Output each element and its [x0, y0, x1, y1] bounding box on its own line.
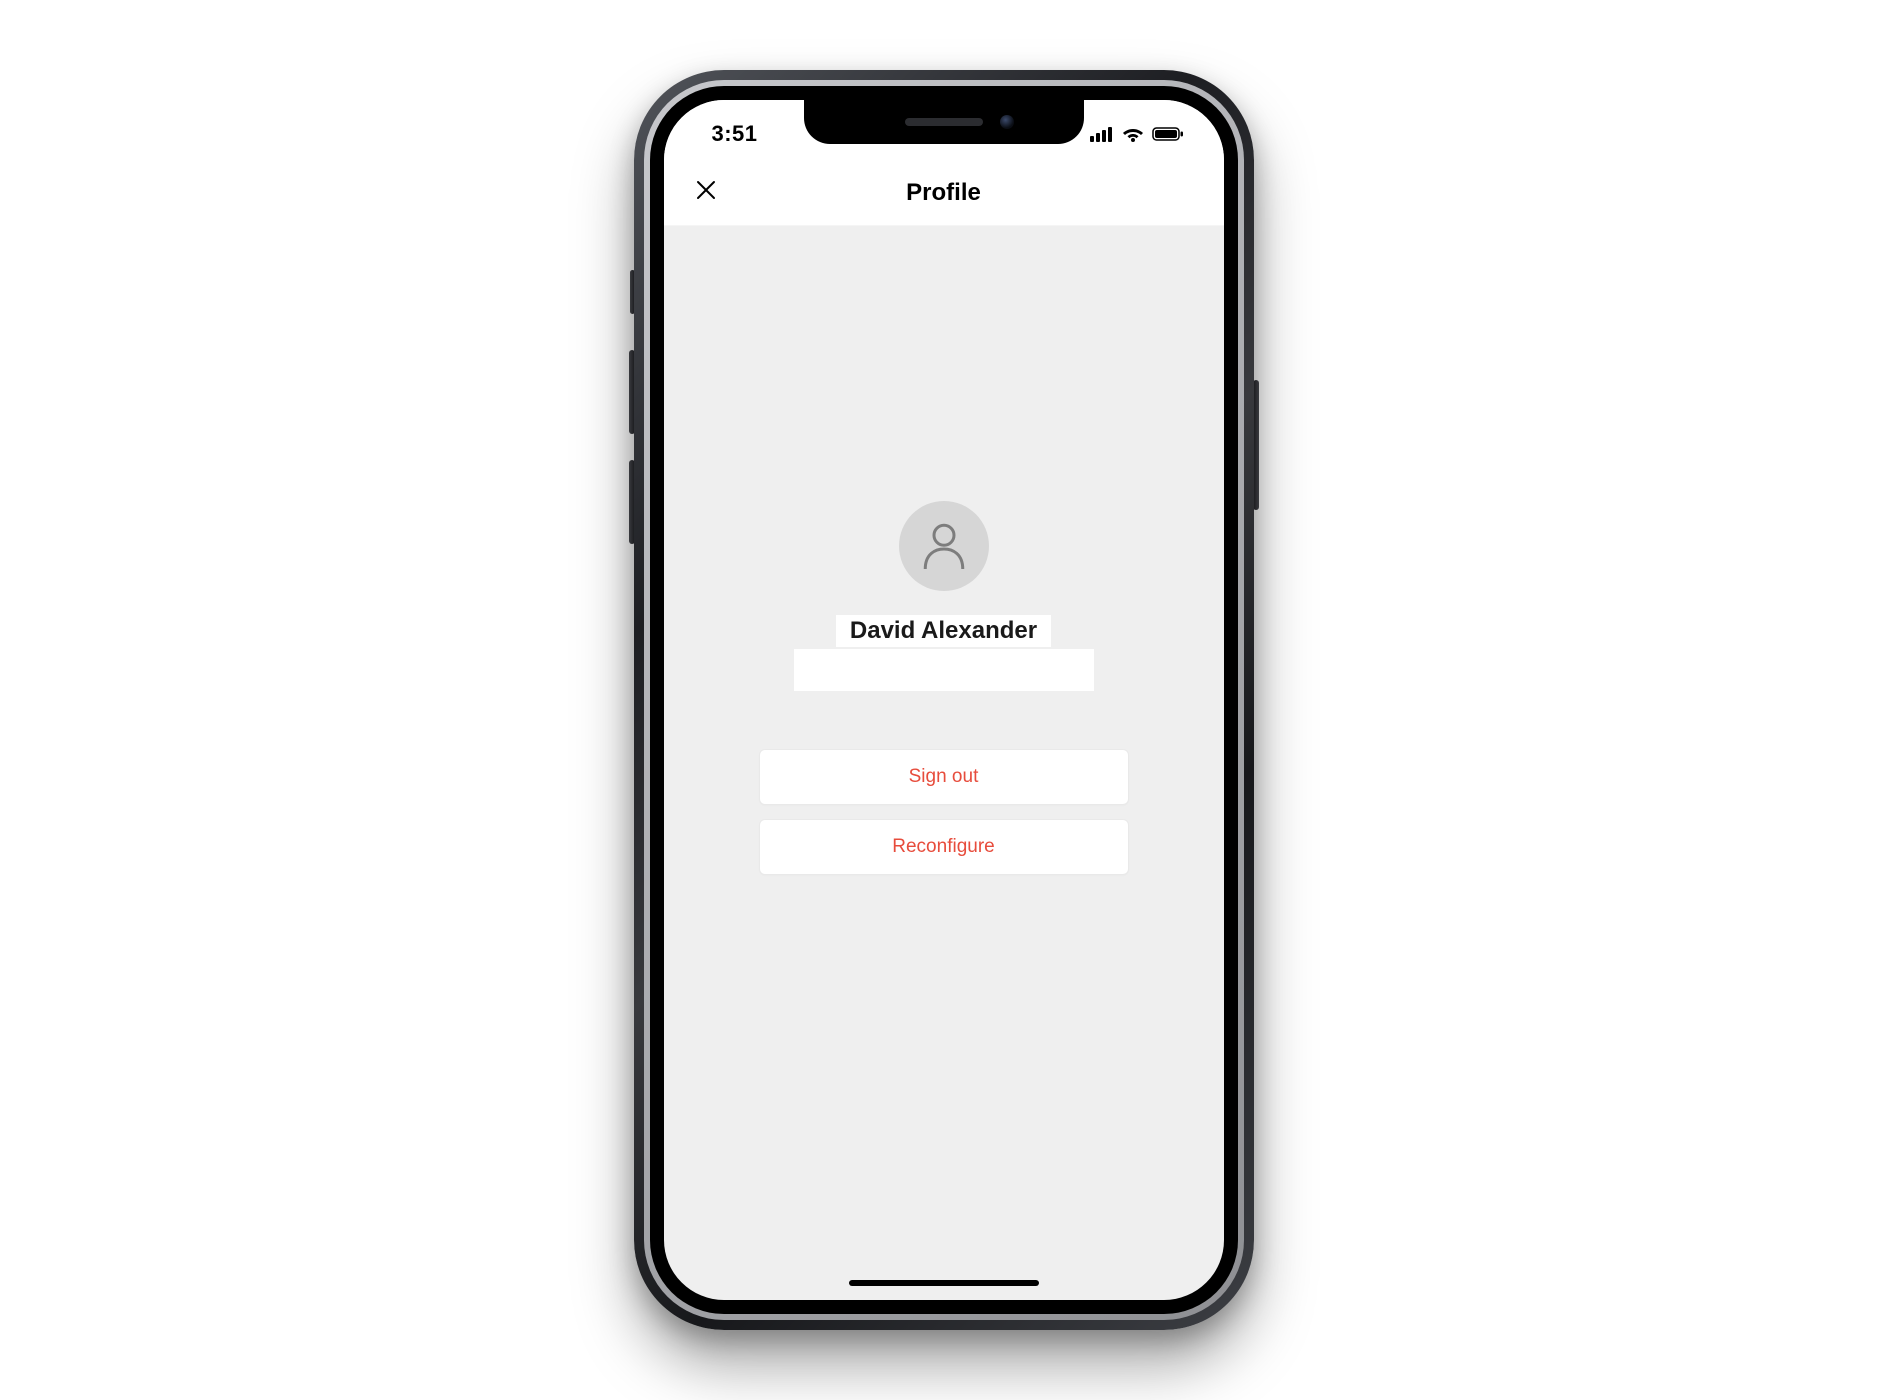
reconfigure-label: Reconfigure	[892, 836, 994, 858]
username: David Alexander	[850, 617, 1037, 645]
status-time: 3:51	[698, 113, 758, 147]
close-button[interactable]	[688, 175, 724, 211]
nav-bar: Profile	[664, 160, 1224, 226]
device-frame-mid: 3:51	[644, 80, 1244, 1320]
phone-device: 3:51	[634, 70, 1254, 1330]
page-title: Profile	[906, 179, 981, 207]
cellular-icon	[1090, 126, 1114, 142]
speaker-grille	[905, 118, 983, 126]
wifi-icon	[1122, 126, 1144, 142]
sign-out-button[interactable]: Sign out	[759, 749, 1129, 805]
profile-subinfo-box	[794, 649, 1094, 691]
actions: Sign out Reconfigure	[664, 749, 1224, 875]
device-frame-outer: 3:51	[634, 70, 1254, 1330]
front-camera	[1000, 115, 1014, 129]
screen: 3:51	[664, 100, 1224, 1300]
battery-icon	[1152, 126, 1184, 142]
username-wrap: David Alexander	[836, 615, 1051, 647]
device-frame-inner: 3:51	[650, 86, 1238, 1314]
person-icon	[919, 519, 969, 574]
notch	[804, 100, 1084, 144]
content-area: David Alexander Sign out Reconfigure	[664, 226, 1224, 875]
status-icons	[1090, 118, 1190, 142]
close-icon	[695, 179, 717, 206]
reconfigure-button[interactable]: Reconfigure	[759, 819, 1129, 875]
home-indicator[interactable]	[849, 1280, 1039, 1286]
avatar[interactable]	[899, 501, 989, 591]
sign-out-label: Sign out	[909, 766, 979, 788]
